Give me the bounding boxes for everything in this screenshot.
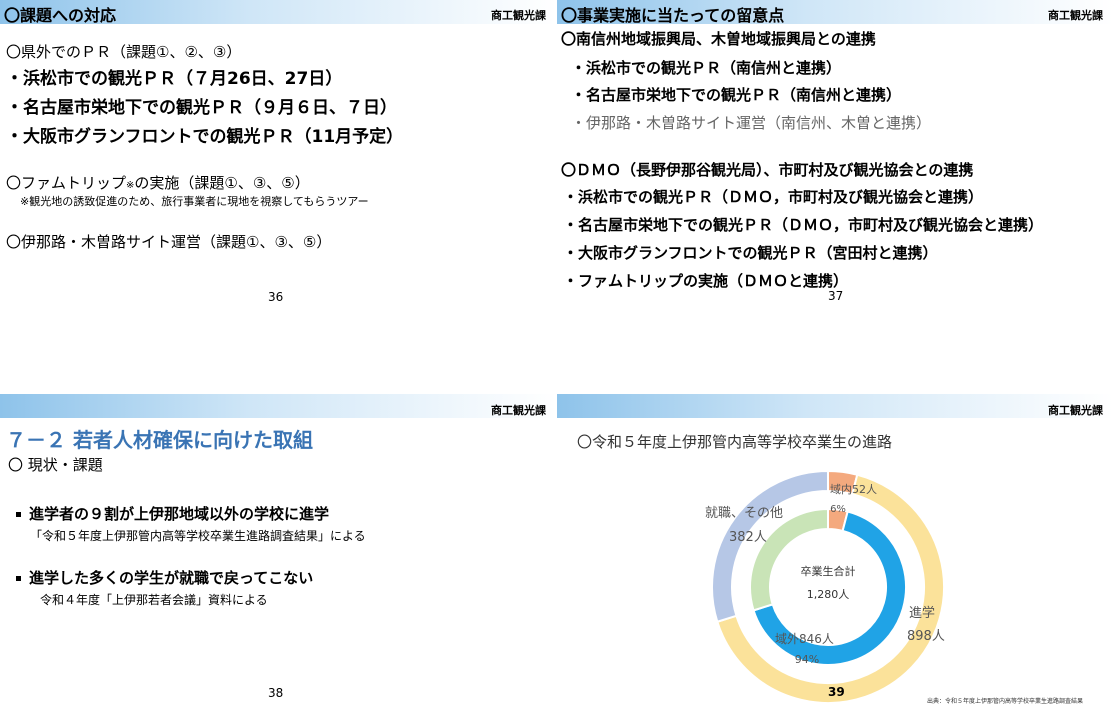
- outer-label-line2: 382人: [729, 530, 767, 545]
- issue-bullet: 進学者の９割が上伊那地域以外の学校に進学: [16, 503, 329, 524]
- cooperation-item: ・名古屋市栄地下での観光ＰＲ（ＤＭＯ，市町村及び観光協会と連携）: [563, 216, 1044, 234]
- inner-percent: 6%: [830, 504, 846, 515]
- famtrip-heading: 〇ファムトリップ※の実施（課題①、③、⑤）: [6, 172, 310, 193]
- slide-39: 商工観光課 〇令和５年度上伊那管内高等学校卒業生の進路 卒業生合計 1,280人…: [557, 355, 1113, 710]
- square-bullet-icon: [16, 512, 21, 517]
- page-number: 38: [268, 686, 284, 700]
- inner-percent: 94%: [795, 653, 819, 666]
- page-number: 36: [268, 290, 284, 304]
- donut-center: [771, 530, 885, 644]
- site-heading: 〇伊那路・木曽路サイト運営（課題①、③、⑤）: [6, 233, 332, 251]
- slide-title: 〇課題への対応: [4, 6, 117, 25]
- inner-label: 域外846人: [775, 632, 834, 646]
- pr-heading: 〇県外でのＰＲ（課題①、②、③）: [6, 43, 242, 61]
- slide-38: 商工観光課 ７－２ 若者人材確保に向けた取組 〇 現状・課題 進学者の９割が上伊…: [0, 355, 556, 710]
- issue-source: 「令和５年度上伊那管内高等学校卒業生進路調査結果」による: [30, 529, 366, 543]
- department-label: 商工観光課: [491, 404, 546, 417]
- title-band: [0, 394, 556, 418]
- cooperation-item: ・浜松市での観光ＰＲ（南信州と連携）: [571, 59, 842, 77]
- cooperation-item: ・名古屋市栄地下での観光ＰＲ（南信州と連携）: [571, 86, 902, 104]
- cooperation-heading-1: 〇南信州地域振興局、木曽地域振興局との連携: [561, 30, 876, 48]
- outer-label-line2: 898人: [907, 629, 945, 644]
- cooperation-item: ・ファムトリップの実施（ＤＭＯと連携）: [563, 272, 849, 290]
- chart-source: 出典：令和５年度上伊那管内高等学校卒業生進路調査結果: [927, 698, 1084, 705]
- outer-label-line1: 就職、その他: [705, 506, 783, 521]
- inner-label: 域内52人: [830, 482, 877, 496]
- section-heading: ７－２ 若者人材確保に向けた取組: [6, 428, 313, 452]
- issue-source: 令和４年度「上伊那若者会議」資料による: [40, 593, 268, 607]
- square-bullet-icon: [16, 576, 21, 581]
- pr-item: ・名古屋市栄地下での観光ＰＲ（９月６日、７日）: [6, 98, 397, 118]
- cooperation-item: ・伊那路・木曽路サイト運営（南信州、木曽と連携）: [571, 114, 932, 132]
- pr-item: ・大阪市グランフロントでの観光ＰＲ（11月予定）: [6, 127, 404, 147]
- cooperation-item: ・浜松市での観光ＰＲ（ＤＭＯ，市町村及び観光協会と連携）: [563, 188, 984, 206]
- center-total-value: 1,280人: [807, 588, 850, 601]
- cooperation-item: ・大阪市グランフロントでの観光ＰＲ（宮田村と連携）: [563, 244, 938, 262]
- center-total-label: 卒業生合計: [801, 564, 856, 578]
- page-number: 39: [828, 685, 845, 699]
- slide-37: 〇事業実施に当たっての留意点 商工観光課 〇南信州地域振興局、木曽地域振興局との…: [557, 0, 1113, 355]
- famtrip-note: ※観光地の誘致促進のため、旅行事業者に現地を視察してもらうツアー: [20, 195, 369, 208]
- issue-text: 進学した多くの学生が就職で戻ってこない: [29, 569, 314, 587]
- cooperation-heading-2: 〇ＤＭＯ（長野伊那谷観光局）、市町村及び観光協会との連携: [561, 161, 974, 179]
- slide-36: 〇課題への対応 商工観光課 〇県外でのＰＲ（課題①、②、③） ・浜松市での観光Ｐ…: [0, 0, 556, 355]
- issue-text: 進学者の９割が上伊那地域以外の学校に進学: [29, 505, 330, 523]
- outer-label-line1: 進学: [909, 605, 935, 621]
- page-number: 37: [828, 289, 844, 303]
- career-donut-chart: 卒業生合計 1,280人 進学 898人 就職、その他 382人 域外846人 …: [705, 469, 945, 704]
- slide-title: 〇事業実施に当たっての留意点: [561, 6, 785, 25]
- section-subheading: 〇 現状・課題: [8, 456, 103, 474]
- department-label: 商工観光課: [491, 9, 546, 22]
- famtrip-heading-tail: の実施（課題①、③、⑤）: [134, 174, 310, 192]
- department-label: 商工観光課: [1048, 9, 1103, 22]
- issue-bullet: 進学した多くの学生が就職で戻ってこない: [16, 567, 313, 588]
- pr-item: ・浜松市での観光ＰＲ（７月26日、27日）: [6, 69, 343, 89]
- famtrip-heading-text: 〇ファムトリップ: [6, 174, 127, 192]
